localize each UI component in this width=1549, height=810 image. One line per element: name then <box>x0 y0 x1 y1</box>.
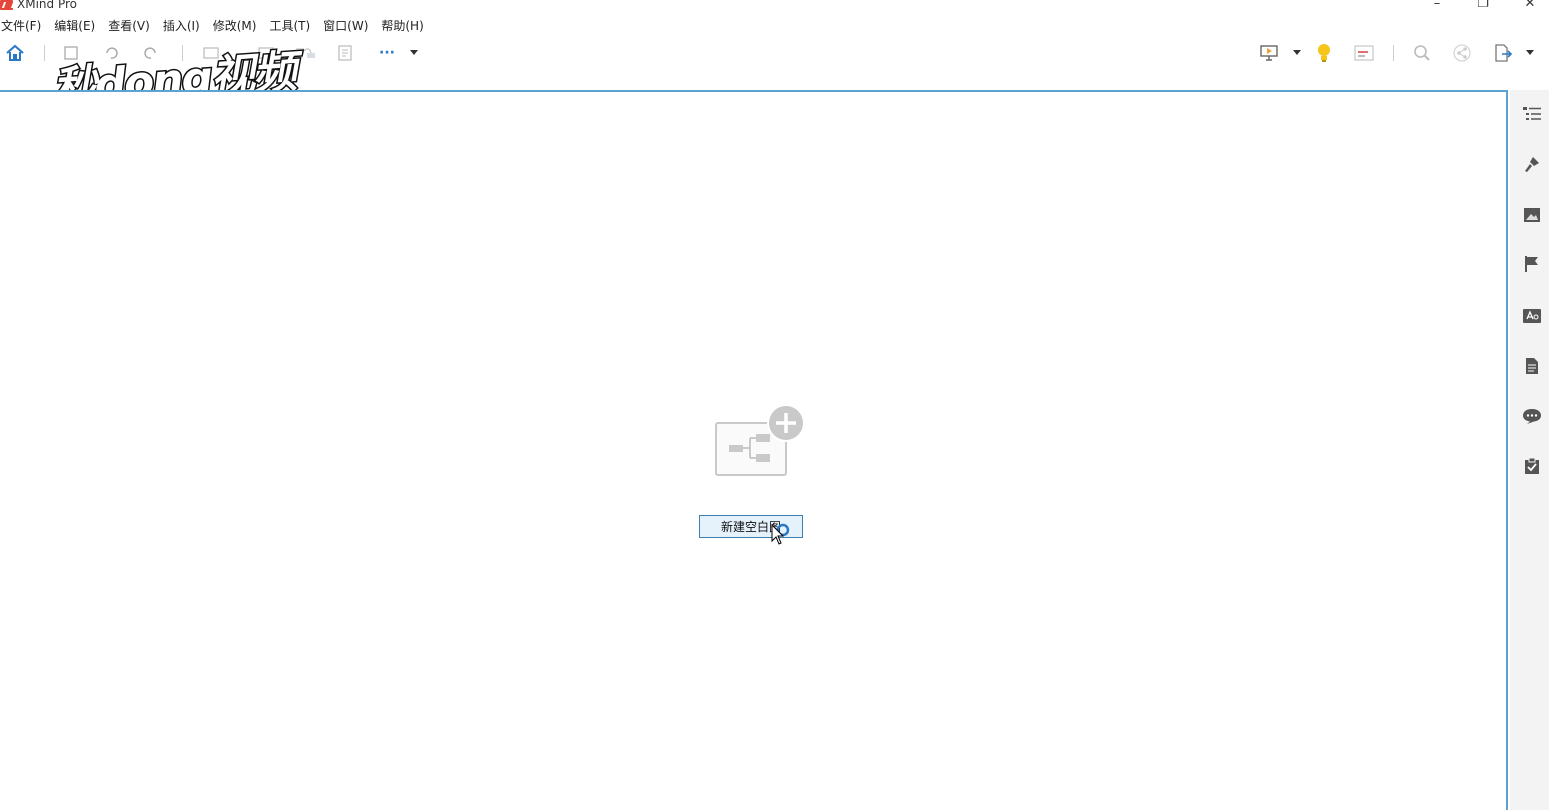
toolbar-separator <box>1393 45 1394 61</box>
close-button[interactable]: ✕ <box>1507 0 1549 12</box>
search-icon[interactable] <box>1411 42 1433 64</box>
more-dropdown-icon[interactable] <box>410 50 418 55</box>
home-icon[interactable] <box>4 42 26 64</box>
menu-edit[interactable]: 编辑(E) <box>53 17 101 34</box>
relationship-icon[interactable] <box>295 42 317 64</box>
menu-help[interactable]: 帮助(H) <box>380 17 429 34</box>
task-icon[interactable] <box>1522 456 1542 476</box>
xmind-logo-icon <box>0 0 13 10</box>
share-icon[interactable] <box>1451 42 1473 64</box>
export-icon[interactable] <box>1492 42 1514 64</box>
brainstorm-icon[interactable] <box>1313 42 1335 64</box>
menu-view[interactable]: 查看(V) <box>107 17 156 34</box>
mouse-cursor-icon <box>771 523 790 545</box>
new-mindmap-icon[interactable] <box>714 403 808 479</box>
menu-tools[interactable]: 工具(T) <box>268 17 316 34</box>
format-icon[interactable] <box>1522 154 1542 174</box>
comment-icon[interactable] <box>1522 406 1542 426</box>
image-icon[interactable] <box>1522 205 1542 225</box>
menu-modify[interactable]: 修改(M) <box>212 17 263 34</box>
summary-icon[interactable] <box>335 42 357 64</box>
presentation-icon[interactable] <box>1258 42 1280 64</box>
more-icon[interactable]: ··· <box>376 42 398 64</box>
menu-window[interactable]: 窗口(W) <box>322 17 374 34</box>
menu-insert[interactable]: 插入(I) <box>162 17 206 34</box>
window-title: XMind Pro <box>17 0 77 11</box>
toolbar-separator <box>44 45 45 61</box>
menu-file[interactable]: 文件(F) <box>0 17 47 34</box>
minimize-button[interactable]: – <box>1414 0 1460 12</box>
marker-icon[interactable] <box>1522 254 1542 274</box>
presentation-dropdown-icon[interactable] <box>1293 50 1301 55</box>
outline-icon[interactable] <box>1522 104 1542 124</box>
menu-bar: 文件(F) 编辑(E) 查看(V) 插入(I) 修改(M) 工具(T) 窗口(W… <box>0 15 1549 35</box>
maximize-button[interactable]: ❐ <box>1460 0 1506 12</box>
title-bar: XMind Pro – ❐ ✕ <box>0 0 1549 14</box>
gantt-icon[interactable] <box>1353 42 1375 64</box>
label-icon[interactable] <box>1522 306 1542 326</box>
side-panel <box>1510 90 1549 810</box>
export-dropdown-icon[interactable] <box>1526 50 1534 55</box>
notes-icon[interactable] <box>1522 356 1542 376</box>
